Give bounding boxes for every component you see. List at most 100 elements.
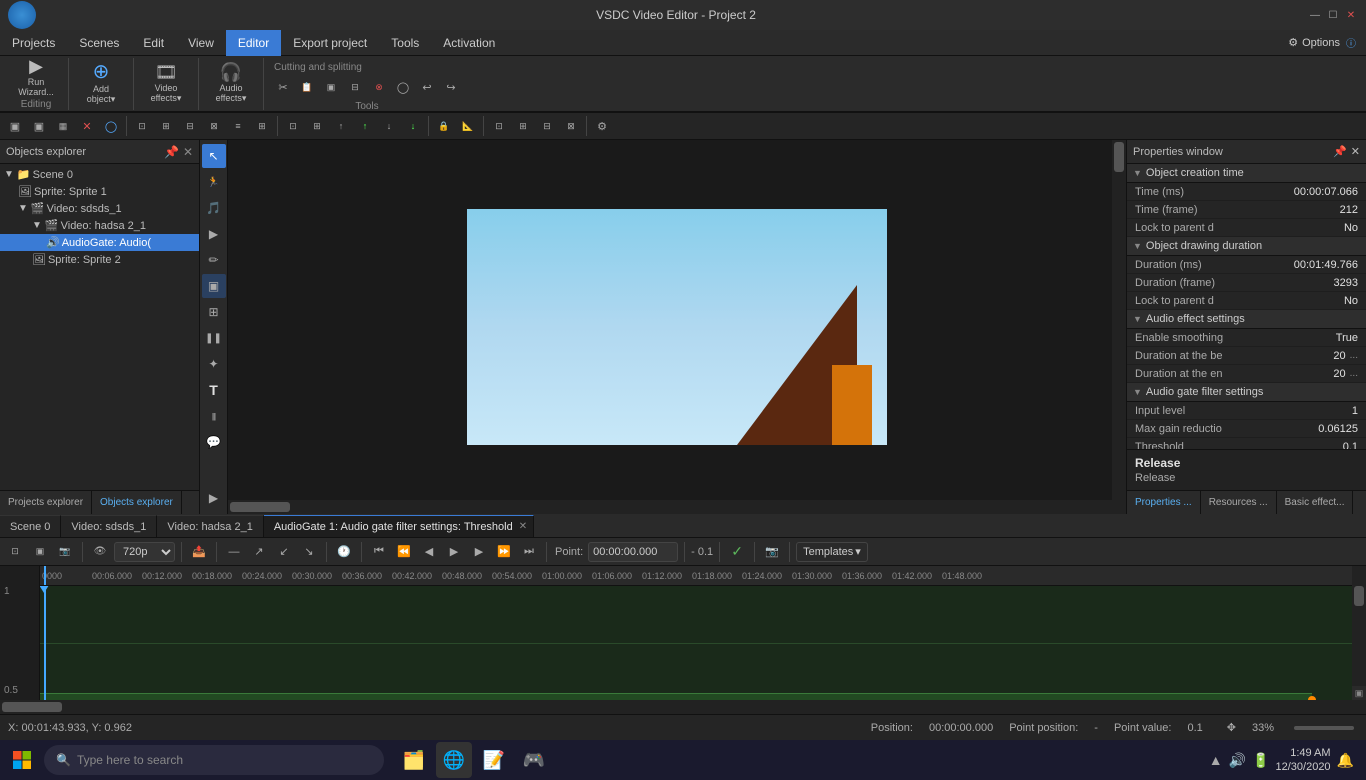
tl-next-frame[interactable]: ▶: [468, 541, 490, 563]
menu-export[interactable]: Export project: [281, 30, 379, 56]
tool5[interactable]: ◯: [392, 77, 414, 99]
time-frame-value[interactable]: 212: [1340, 204, 1358, 216]
tl-play[interactable]: ▶: [443, 541, 465, 563]
tree-node-sprite2[interactable]: 🖼 Sprite: Sprite 2: [0, 251, 199, 268]
minimize-button[interactable]: —: [1308, 8, 1322, 22]
options-button[interactable]: ⚙ Options ⓘ: [1278, 35, 1366, 50]
scene-tab-0[interactable]: Scene 0: [0, 515, 61, 537]
tl-skip-start[interactable]: ⏮: [368, 541, 390, 563]
max-gain-value[interactable]: 0.06125: [1318, 423, 1358, 435]
vtb-btn9[interactable]: ✦: [202, 352, 226, 376]
tool-b17[interactable]: 🔒: [433, 115, 455, 137]
taskbar-word[interactable]: 📝: [476, 742, 512, 778]
duration-frame-value[interactable]: 3293: [1334, 277, 1358, 289]
tool-b11[interactable]: ⊡: [282, 115, 304, 137]
tool4[interactable]: ⊗: [368, 77, 390, 99]
waveform-area[interactable]: [40, 586, 1352, 700]
audio-effects-button[interactable]: 🎧 Audioeffects▾: [207, 62, 255, 106]
tl-rewind[interactable]: ⏪: [393, 541, 415, 563]
tl-clock-btn[interactable]: 🕐: [333, 541, 355, 563]
battery-icon[interactable]: 🔋: [1252, 752, 1269, 769]
tree-node-video1[interactable]: ▼ 🎬 Video: sdsds_1: [0, 200, 199, 217]
explorer-close[interactable]: ✕: [183, 145, 193, 159]
explorer-pin[interactable]: 📌: [164, 145, 179, 159]
objects-explorer-tab[interactable]: Objects explorer: [92, 491, 182, 515]
tool-b5[interactable]: ⊡: [131, 115, 153, 137]
timeline-scroll-control[interactable]: ▣: [1352, 686, 1366, 700]
menu-tools[interactable]: Tools: [379, 30, 431, 56]
system-clock[interactable]: 1:49 AM 12/30/2020: [1276, 746, 1331, 775]
select-tool[interactable]: ▣: [4, 115, 26, 137]
menu-activation[interactable]: Activation: [431, 30, 507, 56]
zoom-slider[interactable]: [1294, 726, 1354, 730]
notification-icon[interactable]: 🔔: [1337, 752, 1354, 769]
tool-b8[interactable]: ⊠: [203, 115, 225, 137]
trim-tool[interactable]: ▣: [320, 77, 342, 99]
run-wizard-button[interactable]: ▶ RunWizard...: [12, 57, 60, 97]
paste-tool[interactable]: 📋: [296, 77, 318, 99]
tl-fast-forward[interactable]: ⏩: [493, 541, 515, 563]
speech-tool[interactable]: 💬: [202, 430, 226, 454]
tl-btn3[interactable]: 📷: [54, 541, 76, 563]
tool-b18[interactable]: 📐: [457, 115, 479, 137]
tool-b15[interactable]: ↓: [378, 115, 400, 137]
menu-view[interactable]: View: [176, 30, 226, 56]
duration-end-value[interactable]: 20: [1333, 368, 1345, 380]
tool-b12[interactable]: ⊞: [306, 115, 328, 137]
lock-parent-c-value[interactable]: No: [1344, 222, 1358, 234]
tree-node-audiogate[interactable]: 🔊 AudioGate: Audio(: [0, 234, 199, 251]
vtb-btn8[interactable]: ❚❚: [202, 326, 226, 350]
canvas-hscroll-thumb[interactable]: [230, 502, 290, 512]
tl-confirm-btn[interactable]: ✓: [726, 541, 748, 563]
tool3[interactable]: ⊟: [344, 77, 366, 99]
tl-btn8[interactable]: ↘: [298, 541, 320, 563]
tree-node-sprite1[interactable]: 🖼 Sprite: Sprite 1: [0, 183, 199, 200]
tl-btn6[interactable]: ↗: [248, 541, 270, 563]
duration-begin-value[interactable]: 20: [1333, 350, 1345, 362]
smoothing-value[interactable]: True: [1336, 332, 1358, 344]
duration-begin-dots[interactable]: ...: [1350, 350, 1358, 361]
tree-node-video2[interactable]: ▼ 🎬 Video: hadsa 2_1: [0, 217, 199, 234]
tl-btn5[interactable]: —: [223, 541, 245, 563]
tl-btn4[interactable]: 📤: [188, 541, 210, 563]
tool-b21[interactable]: ⊟: [536, 115, 558, 137]
vtb-btn7[interactable]: ⊞: [202, 300, 226, 324]
tl-templates-btn[interactable]: Templates ▾: [796, 542, 868, 562]
sound-icon[interactable]: 🔊: [1229, 752, 1246, 769]
vtb-btn2[interactable]: 🏃: [202, 170, 226, 194]
props-pin[interactable]: 📌: [1333, 145, 1347, 158]
section-audio-effect-header[interactable]: ▼ Audio effect settings: [1127, 310, 1366, 329]
vtb-btn11[interactable]: |||: [202, 404, 226, 428]
tool-b14[interactable]: ↑: [354, 115, 376, 137]
tool-b10[interactable]: ⊞: [251, 115, 273, 137]
tl-btn2[interactable]: ▣: [29, 541, 51, 563]
taskbar-file-explorer[interactable]: 🗂️: [396, 742, 432, 778]
vtb-btn4[interactable]: ▶: [202, 222, 226, 246]
marquee-tool[interactable]: ▣: [28, 115, 50, 137]
search-box[interactable]: 🔍 Type here to search: [44, 745, 384, 775]
redo-tool[interactable]: ↪: [440, 77, 462, 99]
menu-editor[interactable]: Editor: [226, 30, 281, 56]
point-time-input[interactable]: [588, 542, 678, 562]
tool-b6[interactable]: ⊞: [155, 115, 177, 137]
vtb-btn6[interactable]: ▣: [202, 274, 226, 298]
tool-b7[interactable]: ⊟: [179, 115, 201, 137]
props-close[interactable]: ✕: [1351, 145, 1360, 158]
add-object-button[interactable]: ⊕ Addobject▾: [77, 62, 125, 106]
tl-btn1[interactable]: ⊡: [4, 541, 26, 563]
scene-tab-3-close[interactable]: ✕: [519, 521, 527, 532]
menu-scenes[interactable]: Scenes: [67, 30, 131, 56]
input-level-value[interactable]: 1: [1352, 405, 1358, 417]
tool-b9[interactable]: ≡: [227, 115, 249, 137]
settings-tool[interactable]: ⚙: [591, 115, 613, 137]
lock-parent-d-value[interactable]: No: [1344, 295, 1358, 307]
menu-projects[interactable]: Projects: [0, 30, 67, 56]
canvas-vscroll-thumb[interactable]: [1114, 142, 1124, 172]
projects-explorer-tab[interactable]: Projects explorer: [0, 491, 92, 515]
tool-b16[interactable]: ↓: [402, 115, 424, 137]
tl-prev-frame[interactable]: ◀: [418, 541, 440, 563]
tl-skip-end[interactable]: ⏭: [518, 541, 540, 563]
tool-b13[interactable]: ↑: [330, 115, 352, 137]
undo-tool[interactable]: ↩: [416, 77, 438, 99]
playhead[interactable]: [44, 586, 46, 700]
